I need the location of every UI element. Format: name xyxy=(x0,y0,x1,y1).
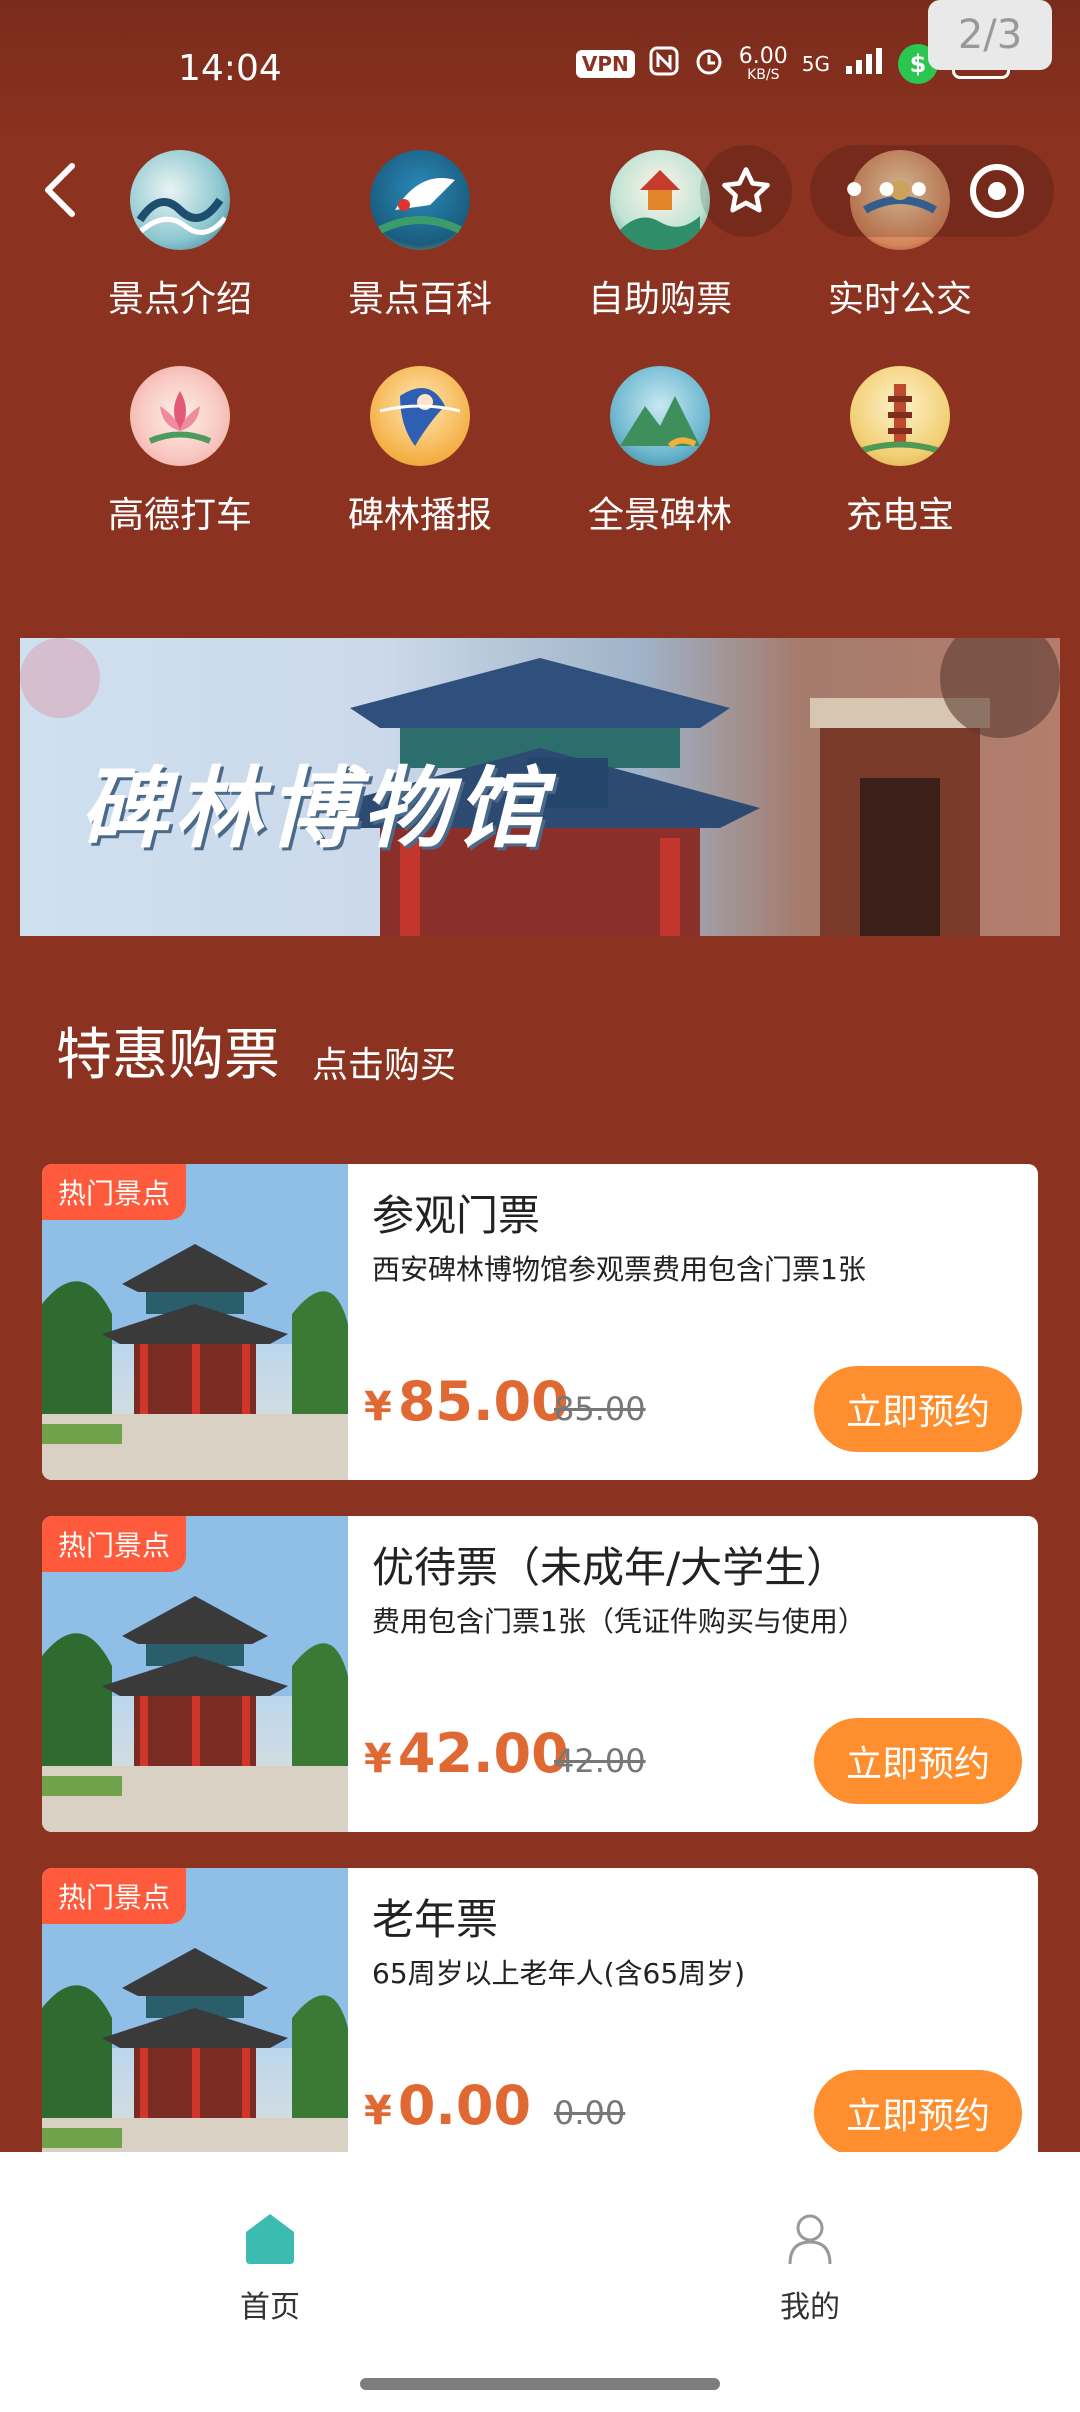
grid-item-panorama[interactable]: 全景碑林 xyxy=(560,366,760,538)
ticket-original-price: 0.00 xyxy=(554,2094,626,2132)
status-bar: 14:04 VPN 6.00 KB/S 5G $ 22 2/3 xyxy=(0,0,1080,140)
tower-icon xyxy=(850,366,950,466)
home-icon xyxy=(246,2214,294,2264)
signal-icon xyxy=(844,46,884,82)
alarm-icon xyxy=(693,45,725,83)
more-icon[interactable]: ••• xyxy=(840,145,937,237)
fairy-icon xyxy=(370,366,470,466)
ticket-card[interactable]: 热门景点 参观门票 西安碑林博物馆参观票费用包含门票1张 ¥85.00 85.0… xyxy=(42,1164,1038,1480)
grid-item-scenic-wiki[interactable]: 景点百科 xyxy=(320,150,520,322)
close-miniprogram-icon[interactable] xyxy=(970,164,1024,218)
grid-item-scenic-intro[interactable]: 景点介绍 xyxy=(80,150,280,322)
tab-home[interactable]: 首页 xyxy=(170,2208,370,2326)
reserve-button[interactable]: 立即预约 xyxy=(814,2070,1022,2156)
ticket-original-price: 85.00 xyxy=(554,1390,646,1428)
status-time: 14:04 xyxy=(178,48,282,89)
miniprogram-capsule: ••• xyxy=(810,145,1054,237)
system-home-indicator[interactable] xyxy=(360,2378,720,2390)
user-icon xyxy=(788,2214,832,2265)
favorite-button[interactable] xyxy=(700,145,792,237)
hot-badge: 热门景点 xyxy=(42,1868,187,1924)
ticket-name: 优待票（未成年/大学生） xyxy=(372,1543,849,1592)
grid-item-amap-taxi[interactable]: 高德打车 xyxy=(80,366,280,538)
vpn-badge: VPN xyxy=(575,50,635,78)
ticket-price: ¥0.00 xyxy=(364,2074,532,2137)
reserve-button[interactable]: 立即预约 xyxy=(814,1366,1022,1452)
tab-mine[interactable]: 我的 xyxy=(710,2208,910,2326)
network-type: 5G xyxy=(801,52,830,76)
lotus-icon xyxy=(130,366,230,466)
section-title: 特惠购票 xyxy=(56,1023,280,1088)
network-speed: 6.00 KB/S xyxy=(738,44,788,83)
mountain-icon xyxy=(610,366,710,466)
crane-icon xyxy=(370,150,470,250)
hot-badge: 热门景点 xyxy=(42,1516,187,1572)
museum-banner[interactable]: 碑林博物馆 xyxy=(20,638,1060,936)
nfc-icon xyxy=(649,46,679,82)
ticket-card[interactable]: 热门景点 优待票（未成年/大学生） 费用包含门票1张（凭证件购买与使用） ¥42… xyxy=(42,1516,1038,1832)
ticket-description: 西安碑林博物馆参观票费用包含门票1张 xyxy=(372,1253,866,1286)
pavilion-icon xyxy=(610,150,710,250)
ticket-price: ¥42.00 xyxy=(364,1722,569,1785)
grid-item-power-bank[interactable]: 充电宝 xyxy=(800,366,1000,538)
ticket-card[interactable]: 热门景点 老年票 65周岁以上老年人(含65周岁) ¥0.00 0.00 立即预… xyxy=(42,1868,1038,2184)
hot-badge: 热门景点 xyxy=(42,1164,187,1220)
ticket-name: 老年票 xyxy=(372,1895,499,1944)
grid-item-forest-broadcast[interactable]: 碑林播报 xyxy=(320,366,520,538)
ticket-name: 参观门票 xyxy=(372,1191,541,1240)
wave-icon xyxy=(130,150,230,250)
ticket-original-price: 42.00 xyxy=(554,1742,646,1780)
ticket-description: 费用包含门票1张（凭证件购买与使用） xyxy=(372,1605,866,1638)
bottom-tab-bar: 首页 我的 xyxy=(0,2152,1080,2412)
banner-title: 碑林博物馆 xyxy=(80,757,551,860)
ticket-price: ¥85.00 xyxy=(364,1370,569,1433)
page-indicator: 2/3 xyxy=(928,0,1052,70)
section-subtitle[interactable]: 点击购买 xyxy=(312,1036,456,1088)
ticket-description: 65周岁以上老年人(含65周岁) xyxy=(372,1957,746,1990)
reserve-button[interactable]: 立即预约 xyxy=(814,1718,1022,1804)
star-icon xyxy=(722,167,770,213)
